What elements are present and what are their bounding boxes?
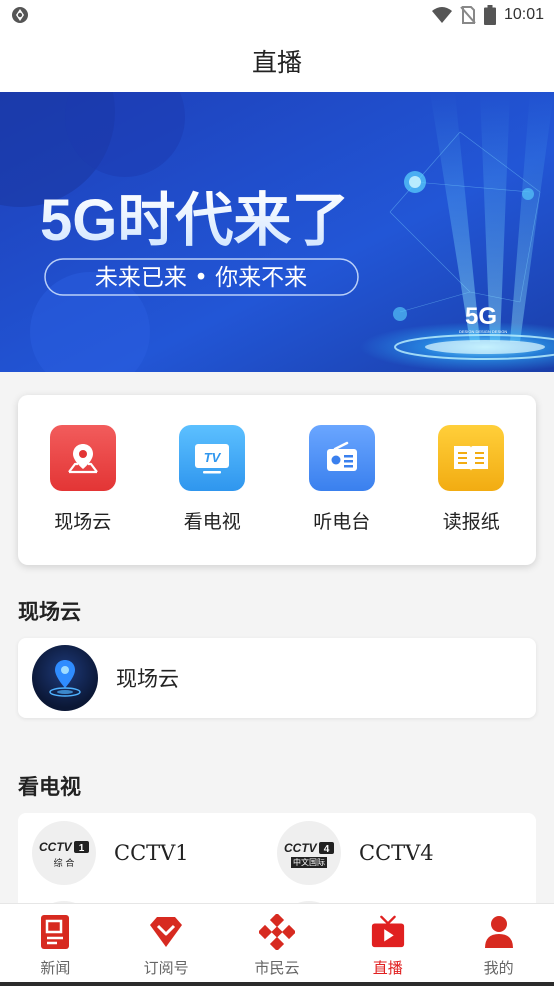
radio-icon (308, 425, 375, 491)
bottom-tab-bar: 新闻 订阅号 市民云 直播 我的 (0, 903, 554, 987)
clock: 10:01 (503, 6, 544, 23)
wifi-icon (431, 7, 452, 23)
tab-label: 市民云 (254, 959, 300, 977)
tab-news[interactable]: 新闻 (0, 904, 110, 987)
tab-label: 我的 (483, 959, 514, 977)
banner-headline: 5G时代来了 (40, 188, 349, 253)
banner-subline: 未来已来 • 你来不来 (95, 265, 307, 291)
shortcut-label: 听电台 (313, 511, 371, 533)
live-cloud-avatar (32, 645, 98, 711)
channel-cctv4[interactable]: CCTV 4 中文国际 CCTV4 (277, 821, 434, 885)
status-bar: 10:01 (0, 0, 554, 30)
shortcut-label: 读报纸 (442, 511, 500, 533)
tab-live[interactable]: 直播 (333, 904, 443, 987)
channel-name: CCTV4 (359, 841, 434, 865)
channel-cctv1[interactable]: CCTV 1 综 合 CCTV1 (32, 821, 189, 885)
subscribe-icon (148, 913, 184, 951)
promo-banner[interactable]: 5G时代来了 未来已来 • 你来不来 5G DESIGN DESIGN DESI… (0, 92, 554, 372)
cctv1-logo-sub: 综 合 (53, 858, 75, 869)
shortcut-live-cloud[interactable]: 现场云 (33, 425, 133, 534)
svg-text:4: 4 (324, 844, 330, 855)
section-title-tv: 看电视 (18, 774, 81, 799)
citizen-cloud-icon (258, 913, 295, 951)
cctv4-logo: CCTV 4 中文国际 (277, 821, 341, 885)
tab-subscriptions[interactable]: 订阅号 (111, 904, 221, 987)
tab-label: 新闻 (40, 959, 71, 977)
tv-icon: TV (179, 425, 246, 491)
gesture-bar (0, 982, 554, 986)
tab-citizen-cloud[interactable]: 市民云 (222, 904, 332, 987)
svg-text:1: 1 (79, 843, 85, 854)
svg-text:TV: TV (204, 450, 222, 465)
banner-image: 5G时代来了 未来已来 • 你来不来 5G DESIGN DESIGN DESI… (0, 92, 554, 372)
page-header: 直播 (0, 30, 554, 92)
shortcut-read-newspaper[interactable]: 读报纸 (421, 425, 521, 534)
svg-text:CCTV: CCTV (284, 841, 318, 855)
section-title-live-cloud: 现场云 (18, 599, 81, 624)
live-cloud-label: 现场云 (116, 667, 179, 691)
shortcut-label: 看电视 (183, 511, 241, 533)
tab-label: 订阅号 (143, 959, 189, 977)
tab-label: 直播 (372, 959, 403, 977)
cctv1-logo: CCTV 1 综 合 (32, 821, 96, 885)
live-tv-icon (370, 913, 406, 951)
no-sim-icon (460, 6, 476, 24)
location-beacon-icon (49, 660, 81, 697)
newspaper-icon (438, 425, 505, 491)
cctv4-logo-sub: 中文国际 (291, 856, 327, 868)
news-icon (37, 913, 73, 951)
shortcut-label: 现场云 (54, 511, 112, 533)
live-cloud-item[interactable]: 现场云 (18, 638, 536, 718)
banner-badge-caption: DESIGN DESIGN DESIGN (459, 329, 507, 334)
profile-icon (481, 913, 517, 951)
channel-name: CCTV1 (114, 841, 189, 865)
svg-text:CCTV: CCTV (39, 840, 73, 854)
shortcut-listen-radio[interactable]: 听电台 (292, 425, 392, 534)
battery-icon (483, 5, 496, 25)
banner-badge: 5G (465, 303, 497, 330)
map-pin-icon (49, 425, 116, 491)
shortcut-panel: 现场云 TV 看电视 听电台 读报纸 (18, 395, 536, 565)
shortcut-watch-tv[interactable]: TV 看电视 (162, 425, 262, 534)
app-notification-icon (12, 7, 28, 23)
tab-profile[interactable]: 我的 (444, 904, 554, 987)
page-title: 直播 (251, 48, 302, 77)
